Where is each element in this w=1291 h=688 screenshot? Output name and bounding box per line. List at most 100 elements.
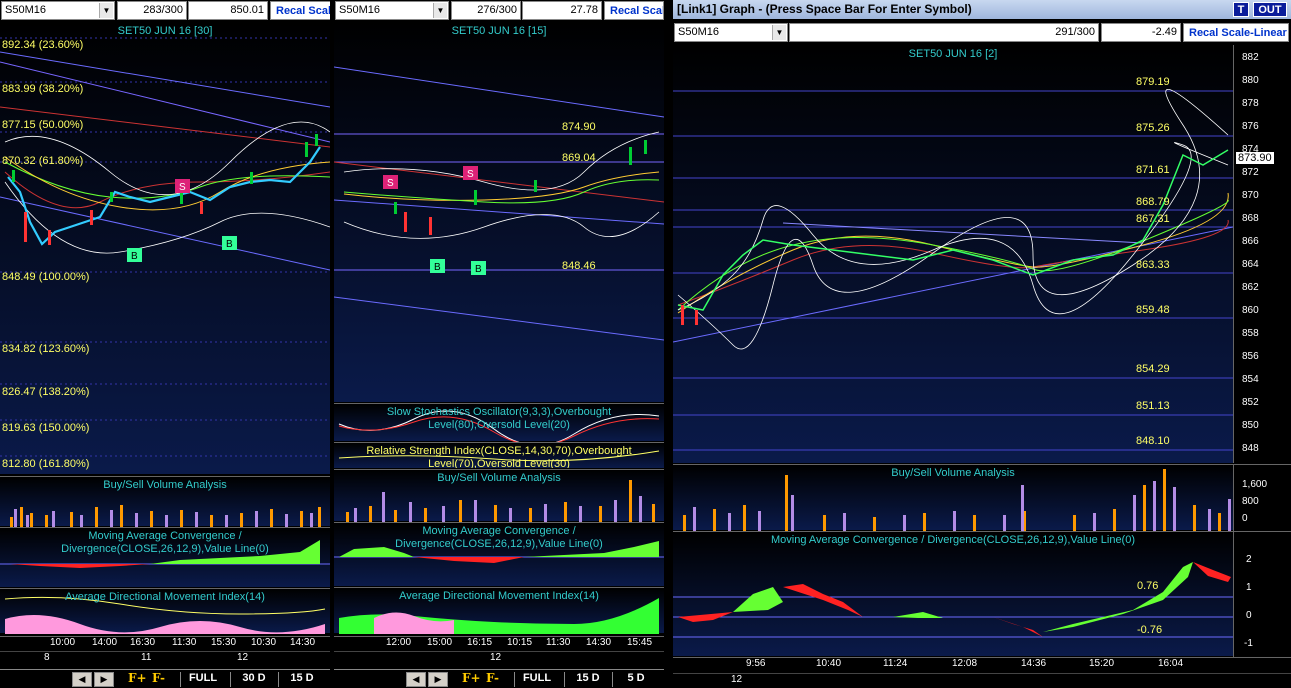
window-title-bar: [Link1] Graph - (Press Space Bar For Ent… [673, 0, 1291, 19]
rsi-chart[interactable]: Relative Strength Index(CLOSE,14,30,70),… [334, 442, 664, 468]
macd-tick: 1 [1246, 582, 1252, 593]
recal-scale-button[interactable]: Recal Scale [270, 1, 330, 20]
chevron-down-icon[interactable]: ▼ [772, 25, 786, 40]
panel-footer: ◀ ▶ F+ F- FULL 30 D 15 D [0, 669, 330, 688]
macd-chart[interactable]: Moving Average Convergence / Divergence(… [673, 531, 1291, 657]
price-axis: 882 880 878 876 874 872 870 868 866 864 … [1233, 45, 1291, 463]
stochastic-chart[interactable]: Slow Stochastics Oscillator(9,3,3),Overb… [334, 403, 664, 442]
symbol-value: S50M16 [5, 4, 46, 16]
range-30d-button[interactable]: 30 D [236, 672, 272, 687]
date-label: 8 [44, 652, 50, 663]
time-label: 9:56 [746, 658, 766, 669]
price-tick: 854 [1242, 374, 1259, 385]
divider [230, 672, 231, 687]
price-tick: 858 [1242, 328, 1259, 339]
chart-panel-1: S50M16 ▼ 283/300 850.01 Recal Scale [0, 0, 330, 688]
adx-chart[interactable]: Average Directional Movement Index(14) [334, 587, 664, 634]
font-decrease-icon[interactable]: F- [152, 671, 165, 685]
chevron-down-icon[interactable]: ▼ [99, 3, 113, 18]
rsi-title: Relative Strength Index(CLOSE,14,30,70),… [366, 445, 632, 468]
macd-chart[interactable]: Moving Average Convergence / Divergence(… [0, 527, 330, 587]
out-button[interactable]: OUT [1253, 2, 1287, 17]
price-chart[interactable]: S B B SET50 JUN 16 [30] 892.34 (23.60%) … [0, 22, 330, 474]
recal-scale-button[interactable]: Recal Scale [604, 1, 664, 20]
price-level: 879.19 [1136, 76, 1170, 88]
time-label: 15:00 [427, 637, 453, 648]
svg-text:S: S [387, 178, 394, 189]
symbol-select[interactable]: S50M16 ▼ [674, 23, 788, 42]
price-tick: 850 [1242, 420, 1259, 431]
range-full-button[interactable]: FULL [186, 672, 220, 687]
adx-title: Average Directional Movement Index(14) [65, 591, 265, 603]
fib-level: 870.32 (61.80%) [2, 155, 84, 167]
bar-count: 283/300 [117, 1, 187, 20]
svg-text:B: B [434, 262, 441, 273]
scroll-right-icon[interactable]: ▶ [94, 672, 114, 687]
chevron-down-icon[interactable]: ▼ [433, 3, 447, 18]
font-decrease-icon[interactable]: F- [486, 671, 499, 685]
volume-chart[interactable]: Buy/Sell Volume Analysis 1,600 800 0 [673, 464, 1291, 531]
adx-title: Average Directional Movement Index(14) [399, 590, 599, 602]
font-increase-icon[interactable]: F+ [128, 671, 147, 685]
range-15d-button[interactable]: 15 D [284, 672, 320, 687]
recal-scale-button[interactable]: Recal Scale-Linear [1183, 23, 1289, 42]
date-label: 12 [237, 652, 249, 663]
range-full-button[interactable]: FULL [520, 672, 554, 687]
time-label: 11:24 [883, 658, 908, 669]
scroll-left-icon[interactable]: ◀ [72, 672, 92, 687]
price-tick: 862 [1242, 282, 1259, 293]
price-chart[interactable]: SET50 JUN 16 [2] 879.19 875.26 871.61 86… [673, 45, 1291, 463]
range-5d-button[interactable]: 5 D [618, 672, 654, 687]
volume-title: Buy/Sell Volume Analysis [891, 467, 1015, 479]
scroll-right-icon[interactable]: ▶ [428, 672, 448, 687]
divider [612, 672, 613, 687]
price-level: 871.61 [1136, 164, 1170, 176]
price-tick: 860 [1242, 305, 1259, 316]
value-readout: 27.78 [522, 1, 602, 20]
time-label: 15:30 [211, 637, 237, 648]
last-price-tag: 873.90 [1236, 152, 1274, 164]
macd-chart[interactable]: Moving Average Convergence / Divergence(… [334, 522, 664, 586]
range-15d-button[interactable]: 15 D [570, 672, 606, 687]
font-increase-icon[interactable]: F+ [462, 671, 481, 685]
volume-title: Buy/Sell Volume Analysis [437, 472, 561, 484]
symbol-select[interactable]: S50M16 ▼ [1, 1, 115, 20]
scroll-left-icon[interactable]: ◀ [406, 672, 426, 687]
adx-chart[interactable]: Average Directional Movement Index(14) [0, 588, 330, 634]
date-axis: 12 [673, 673, 1291, 688]
toolbar: S50M16 ▼ 283/300 850.01 Recal Scale [0, 0, 330, 21]
time-label: 14:30 [290, 637, 316, 648]
window-title: [Link1] Graph - (Press Space Bar For Ent… [677, 2, 972, 16]
toolbar: S50M16 ▼ 276/300 27.78 Recal Scale [334, 0, 664, 21]
macd-title: Moving Average Convergence / Divergence(… [61, 530, 269, 555]
price-level: 848.10 [1136, 435, 1170, 447]
price-tick: 870 [1242, 190, 1259, 201]
time-label: 16:30 [130, 637, 156, 648]
date-axis: 12 [334, 651, 664, 663]
volume-axis: 1,600 800 0 [1233, 465, 1291, 531]
time-label: 10:00 [50, 637, 76, 648]
time-label: 11:30 [172, 637, 197, 648]
macd-title: Moving Average Convergence / Divergence(… [770, 534, 1136, 546]
fib-level: 877.15 (50.00%) [2, 119, 84, 131]
price-tick: 880 [1242, 75, 1259, 86]
price-chart-svg: S S B B [334, 66, 664, 341]
time-axis: 9:56 10:40 11:24 12:08 14:36 15:20 16:04 [673, 657, 1291, 670]
symbol-value: S50M16 [678, 26, 719, 38]
svg-text:B: B [131, 251, 138, 262]
price-level: 859.48 [1136, 304, 1170, 316]
date-label: 12 [731, 674, 743, 685]
divider [514, 672, 515, 687]
volume-chart[interactable]: Buy/Sell Volume Analysis [334, 469, 664, 522]
t-button[interactable]: T [1233, 2, 1249, 17]
volume-chart[interactable]: Buy/Sell Volume Analysis [0, 476, 330, 527]
chart-title: SET50 JUN 16 [2] [908, 48, 998, 60]
price-tick: 878 [1242, 98, 1259, 109]
time-label: 14:00 [92, 637, 118, 648]
price-tick: 882 [1242, 52, 1259, 63]
macd-level: -0.76 [1137, 624, 1163, 636]
symbol-select[interactable]: S50M16 ▼ [335, 1, 449, 20]
price-chart[interactable]: S S B B SET50 JUN 16 [15] 874.90 869.04 … [334, 22, 664, 402]
symbol-value: S50M16 [339, 4, 380, 16]
chart-title: SET50 JUN 16 [15] [451, 25, 547, 37]
